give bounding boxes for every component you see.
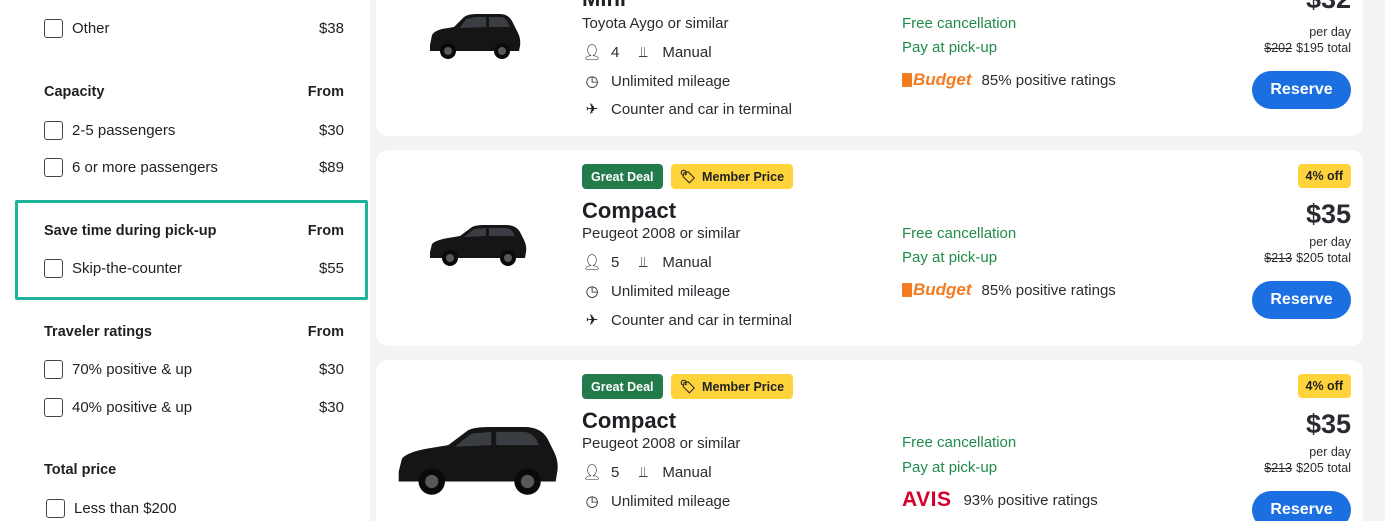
checkbox[interactable] <box>44 120 63 140</box>
car-model: Peugeot 2008 or similar <box>582 435 741 452</box>
total-price: $213 $205 total <box>1264 461 1351 475</box>
total-price: $202 $195 total <box>1264 41 1351 55</box>
tag-icon: 🏷︎ <box>679 168 697 184</box>
daily-price: $35 <box>1305 409 1351 439</box>
pay-at-pickup: Pay at pick-up <box>902 39 998 56</box>
budget-logo: Budget <box>902 280 972 300</box>
car-image <box>430 14 521 59</box>
gearshift-icon: ⫫ <box>639 463 648 481</box>
pickup-heading: Save time during pick-up From <box>44 223 344 239</box>
filter-rating-70[interactable]: 70% positive & up $30 <box>44 358 344 380</box>
speedometer-icon: ◷ <box>585 493 599 510</box>
pickup-location: ✈︎ Counter and car in terminal <box>582 311 792 330</box>
mileage: ◷ Unlimited mileage <box>582 72 730 91</box>
avis-logo: AVIS <box>902 488 952 511</box>
great-deal-badge: Great Deal <box>582 164 663 189</box>
pay-at-pickup: Pay at pick-up <box>902 459 998 476</box>
mileage: ◷ Unlimited mileage <box>582 492 730 511</box>
great-deal-badge: Great Deal <box>582 374 663 399</box>
reserve-button[interactable]: Reserve <box>1252 281 1351 319</box>
filter-capacity-2-5[interactable]: 2-5 passengers $30 <box>44 119 344 141</box>
daily-price: $35 <box>1305 199 1351 229</box>
pay-at-pickup: Pay at pick-up <box>902 249 998 266</box>
car-card-mini[interactable]: Mini Toyota Aygo or similar 👤︎ 4 ⫫ Manua… <box>376 0 1363 136</box>
discount-badge: 4% off <box>1297 164 1351 188</box>
daily-price: $32 <box>1306 0 1351 15</box>
car-class-title: Compact <box>582 198 677 223</box>
car-class-title: Mini <box>582 0 626 12</box>
person-icon: 👤︎ <box>582 254 602 271</box>
reserve-button[interactable]: Reserve <box>1252 491 1351 521</box>
car-card-compact-1[interactable]: Great Deal 🏷︎ Member Price 4% off Compact… <box>376 150 1363 346</box>
car-card-compact-2[interactable]: Great Deal 🏷︎ Member Price 4% off Compact… <box>376 360 1363 521</box>
gearshift-icon: ⫫ <box>639 43 648 61</box>
pickup-location: ✈︎ Counter and car in terminal <box>582 100 792 119</box>
person-icon: 👤︎ <box>582 44 602 61</box>
car-class-title: Compact <box>582 408 677 433</box>
car-model: Peugeot 2008 or similar <box>582 225 741 242</box>
car-image <box>430 225 527 266</box>
per-day-label: per day <box>1309 445 1351 459</box>
highlight-annotation <box>15 200 368 300</box>
checkbox[interactable] <box>44 18 63 38</box>
seats-transmission: 👤︎ 4 ⫫ Manual <box>582 43 712 62</box>
budget-logo: Budget <box>902 70 972 90</box>
ratings-heading: Traveler ratings From <box>44 324 344 340</box>
filter-skip-the-counter[interactable]: Skip-the-counter $55 <box>44 257 344 279</box>
car-image <box>398 426 558 495</box>
checkbox[interactable] <box>44 359 63 379</box>
per-day-label: per day <box>1309 235 1351 249</box>
filter-capacity-6-plus[interactable]: 6 or more passengers $89 <box>44 156 344 178</box>
car-model: Toyota Aygo or similar <box>582 15 729 32</box>
free-cancellation: Free cancellation <box>902 225 1017 242</box>
mileage: ◷ Unlimited mileage <box>582 282 730 301</box>
vendor-rating: AVIS 93% positive ratings <box>902 488 1098 511</box>
free-cancellation: Free cancellation <box>902 434 1017 451</box>
speedometer-icon: ◷ <box>585 283 599 300</box>
per-day-label: per day <box>1309 25 1351 39</box>
total-price-heading: Total price <box>44 462 117 478</box>
capacity-heading: Capacity From <box>44 84 344 100</box>
checkbox[interactable] <box>44 397 63 417</box>
filter-rating-40[interactable]: 40% positive & up $30 <box>44 396 344 418</box>
vendor-rating: Budget 85% positive ratings <box>902 70 1116 90</box>
seats-transmission: 👤︎ 5 ⫫ Manual <box>582 463 712 482</box>
free-cancellation: Free cancellation <box>902 15 1017 32</box>
speedometer-icon: ◷ <box>585 73 599 90</box>
tag-icon: 🏷︎ <box>679 378 697 394</box>
airplane-icon: ✈︎ <box>585 312 599 329</box>
checkbox[interactable] <box>46 498 65 518</box>
discount-badge: 4% off <box>1297 374 1351 398</box>
gearshift-icon: ⫫ <box>639 253 648 271</box>
filter-less-than-200[interactable]: Less than $200 <box>46 497 344 519</box>
checkbox[interactable] <box>44 157 63 177</box>
vendor-rating: Budget 85% positive ratings <box>902 280 1116 300</box>
filter-other[interactable]: Other $38 <box>44 17 344 39</box>
person-icon: 👤︎ <box>582 464 602 481</box>
member-price-badge: 🏷︎ Member Price <box>670 374 794 399</box>
filter-sidebar: Other $38 Capacity From 2-5 passengers $… <box>0 0 370 521</box>
total-price: $213 $205 total <box>1264 251 1351 265</box>
member-price-badge: 🏷︎ Member Price <box>670 164 794 189</box>
checkbox[interactable] <box>44 258 63 278</box>
reserve-button[interactable]: Reserve <box>1252 71 1351 109</box>
badges: Great Deal 🏷︎ Member Price <box>582 374 794 399</box>
badges: Great Deal 🏷︎ Member Price <box>582 164 794 189</box>
seats-transmission: 👤︎ 5 ⫫ Manual <box>582 253 712 272</box>
airplane-icon: ✈︎ <box>585 101 599 118</box>
